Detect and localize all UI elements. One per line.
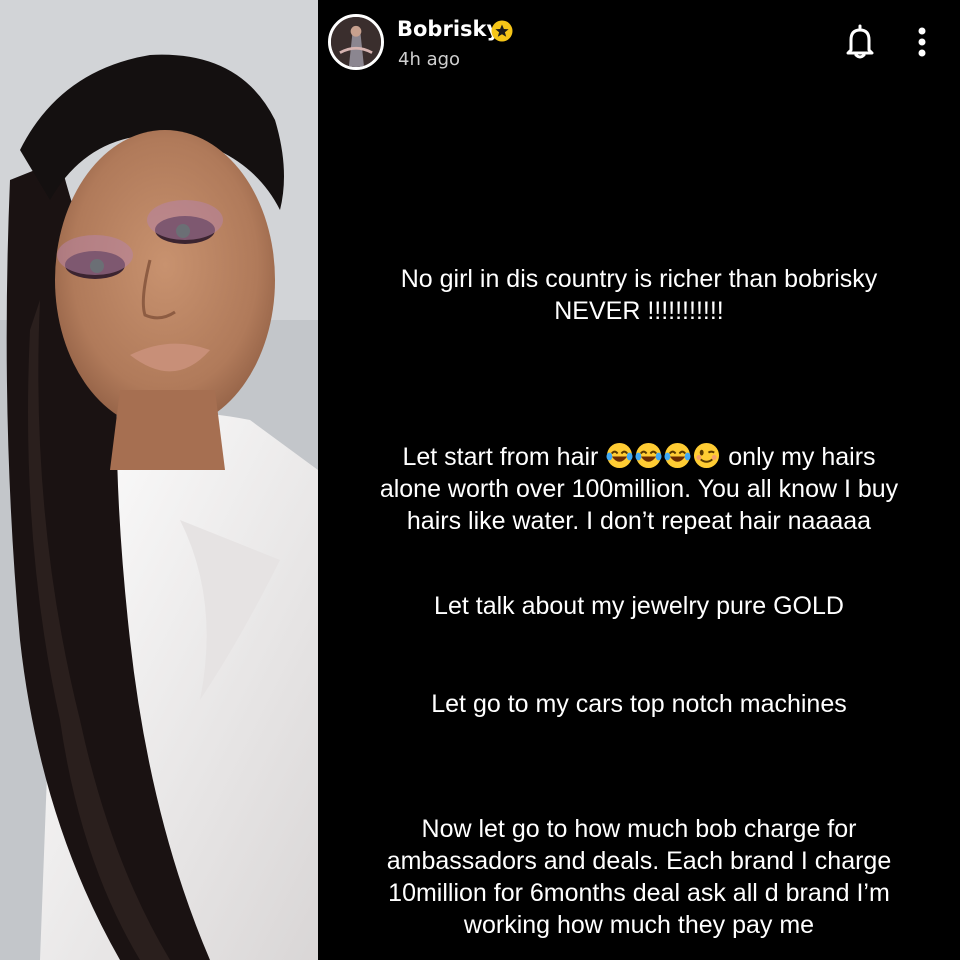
story-line: working how much they pay me [463,911,815,939]
story-line-with-emojis: Let start from hair only my hairs [338,441,940,473]
story-paragraph-1: No girl in dis country is richer than bo… [338,263,940,327]
story-line: Let go to my cars top notch machines [431,690,847,718]
story-panel: Bobrisky 4h ago No girl in dis country i… [318,0,960,960]
story-line: hairs like water. I don’t repeat hair na… [406,507,872,535]
laughing-tears-emoji-icon [664,442,691,469]
laughing-tears-emoji-icon [606,442,633,469]
story-line: alone worth over 100million. You all kno… [379,475,899,503]
user-name[interactable]: Bobrisky [397,17,500,41]
avatar[interactable] [328,14,384,70]
more-vertical-icon[interactable] [910,24,934,60]
winking-emoji-icon [694,442,720,469]
story-line: NEVER !!!!!!!!!!! [554,297,724,325]
story-line: Now let go to how much bob charge for [421,815,857,843]
avatar-image [331,17,381,67]
story-line: 10million for 6months deal ask all d bra… [388,879,890,907]
portrait-illustration [0,0,318,960]
story-line: ambassadors and deals. Each brand I char… [386,847,892,875]
story-line-end: only my hairs [728,443,876,471]
story-header: Bobrisky 4h ago [318,0,960,90]
story-line-start: Let start from hair [402,443,599,471]
story-line: Let talk about my jewelry pure GOLD [434,592,844,620]
profile-photo [0,0,318,960]
story-paragraph-4: Let go to my cars top notch machines [338,688,940,720]
story-paragraph-5: Now let go to how much bob charge for am… [338,813,940,941]
laughing-tears-emoji-icon [635,442,662,469]
bell-icon[interactable] [844,24,876,60]
story-paragraph-3: Let talk about my jewelry pure GOLD [338,590,940,622]
story-line: No girl in dis country is richer than bo… [400,265,878,293]
story-paragraph-2: Let start from hair only my hairs alone … [338,441,940,537]
post-time: 4h ago [398,49,461,70]
verified-star-icon [491,20,513,42]
